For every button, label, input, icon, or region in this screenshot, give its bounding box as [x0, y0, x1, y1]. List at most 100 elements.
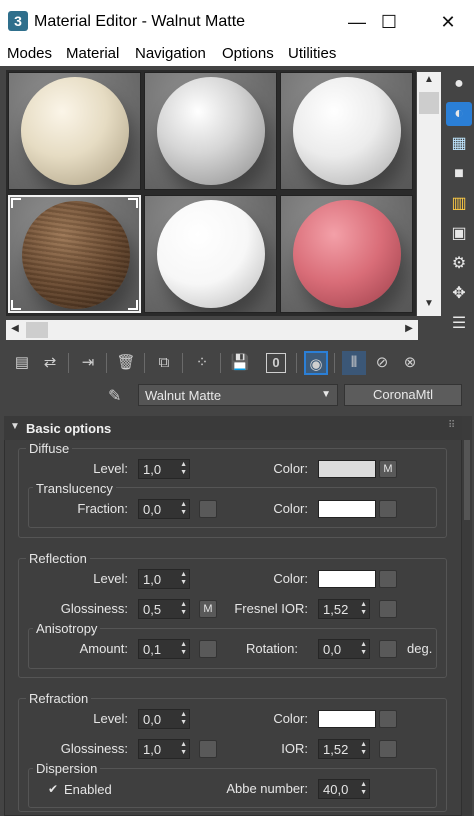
anisotropy-group-title: Anisotropy	[33, 621, 101, 636]
refraction-glossiness-value: 1,0	[143, 742, 162, 757]
reflection-color-label: Color:	[273, 571, 308, 586]
menu-utilities[interactable]: Utilities	[288, 45, 336, 62]
rotation-spinner[interactable]: 0,0 ▲ ▼	[318, 639, 370, 659]
show-shaded-material-icon[interactable]: ◉	[304, 351, 328, 375]
video-color-check-icon[interactable]: ▥	[446, 192, 472, 216]
scroll-down-icon[interactable]: ▼	[419, 298, 439, 314]
scroll-up-icon[interactable]: ▲	[419, 74, 439, 90]
make-preview-icon[interactable]: ▣	[446, 222, 472, 246]
material-map-navigator-icon[interactable]: ☰	[446, 312, 472, 336]
fresnel-ior-spinner[interactable]: 1,52 ▲ ▼	[318, 599, 370, 619]
diffuse-color-swatch[interactable]	[318, 460, 376, 478]
reflection-glossiness-spinner[interactable]: 0,5 ▲ ▼	[138, 599, 190, 619]
slots-horizontal-scrollbar[interactable]	[6, 320, 418, 340]
toolbar-separator	[68, 353, 69, 373]
make-unique-icon[interactable]: ⁘	[190, 351, 214, 375]
material-type-button[interactable]: CoronaMtl	[344, 384, 462, 406]
amount-spinner[interactable]: 0,1 ▲ ▼	[138, 639, 190, 659]
ior-map-button[interactable]	[379, 740, 397, 758]
reflection-glossiness-label: Glossiness:	[60, 601, 128, 616]
go-forward-to-sibling-icon[interactable]: ⊗	[398, 351, 422, 375]
chevron-down-icon: ▼	[321, 389, 331, 400]
scroll-thumb-horizontal[interactable]	[26, 322, 48, 338]
sample-type-sphere-icon[interactable]: ●	[446, 72, 472, 96]
reflection-level-spinner[interactable]: 1,0 ▲ ▼	[138, 569, 190, 589]
fraction-label: Fraction:	[77, 501, 128, 516]
scroll-thumb[interactable]	[419, 92, 439, 114]
menu-navigation[interactable]: Navigation	[135, 45, 206, 62]
amount-map-button[interactable]	[199, 640, 217, 658]
glossiness-map-button[interactable]: M	[199, 600, 217, 618]
material-sphere	[157, 200, 265, 308]
refraction-color-swatch[interactable]	[318, 710, 376, 728]
diffuse-map-button[interactable]: M	[379, 460, 397, 478]
sample-slot-3[interactable]	[280, 72, 413, 190]
options-icon[interactable]: ⚙	[446, 252, 472, 276]
get-material-icon[interactable]: ▤	[10, 351, 34, 375]
refraction-level-spinner[interactable]: 0,0 ▲ ▼	[138, 709, 190, 729]
reset-map-icon[interactable]: 🗑	[114, 351, 138, 375]
reflection-color-map-button[interactable]	[379, 570, 397, 588]
select-by-material-icon[interactable]: ✥	[446, 282, 472, 306]
fraction-map-button[interactable]	[199, 500, 217, 518]
backlight-icon[interactable]: ◐	[446, 102, 472, 126]
sample-slot-6[interactable]	[280, 195, 413, 313]
rollout-grip-icon[interactable]: ⠿	[448, 420, 455, 431]
fresnel-map-button[interactable]	[379, 600, 397, 618]
translucency-group-title: Translucency	[33, 481, 116, 496]
spinner-arrows-icon[interactable]: ▲ ▼	[180, 571, 187, 587]
scroll-left-icon[interactable]: ◀	[8, 323, 22, 337]
menu-modes[interactable]: Modes	[7, 45, 52, 62]
rotation-map-button[interactable]	[379, 640, 397, 658]
close-button[interactable]: ✕	[425, 8, 471, 36]
scroll-right-icon[interactable]: ▶	[402, 323, 416, 337]
translucency-map-button[interactable]	[379, 500, 397, 518]
spinner-arrows-icon[interactable]: ▲ ▼	[180, 741, 187, 757]
maximize-button[interactable]: ☐	[366, 8, 412, 36]
assign-material-to-selection-icon[interactable]: ⇥	[76, 351, 100, 375]
reflection-level-label: Level:	[93, 571, 128, 586]
make-material-copy-icon[interactable]: ⧉	[152, 351, 176, 375]
selection-corner	[128, 300, 138, 310]
sample-slot-1[interactable]	[8, 72, 141, 190]
material-sphere	[293, 77, 401, 185]
material-name-dropdown[interactable]: Walnut Matte ▼	[138, 384, 338, 406]
menu-options[interactable]: Options	[222, 45, 274, 62]
go-to-parent-icon[interactable]: ⊘	[370, 351, 394, 375]
put-material-to-scene-icon[interactable]: ⇄	[38, 351, 62, 375]
eyedropper-icon[interactable]: ✎	[108, 386, 130, 406]
material-name: Walnut Matte	[145, 388, 222, 403]
sample-slot-5[interactable]	[144, 195, 277, 313]
panel-scroll-thumb[interactable]	[464, 440, 470, 520]
refraction-level-label: Level:	[93, 711, 128, 726]
refraction-glossiness-map-button[interactable]	[199, 740, 217, 758]
spinner-arrows-icon[interactable]: ▲ ▼	[180, 461, 187, 477]
reflection-color-swatch[interactable]	[318, 570, 376, 588]
material-id-channel[interactable]: 0	[266, 353, 286, 373]
toolbar-separator	[334, 353, 335, 373]
refraction-glossiness-spinner[interactable]: 1,0 ▲ ▼	[138, 739, 190, 759]
menu-material[interactable]: Material	[66, 45, 119, 62]
put-to-library-icon[interactable]: 💾	[228, 351, 252, 375]
spinner-arrows-icon[interactable]: ▲ ▼	[360, 601, 367, 617]
diffuse-level-spinner[interactable]: 1,0 ▲ ▼	[138, 459, 190, 479]
spinner-arrows-icon[interactable]: ▲ ▼	[360, 641, 367, 657]
rollout-collapse-icon[interactable]: ▼	[10, 421, 20, 432]
ior-spinner[interactable]: 1,52 ▲ ▼	[318, 739, 370, 759]
spinner-arrows-icon[interactable]: ▲ ▼	[360, 741, 367, 757]
refraction-color-map-button[interactable]	[379, 710, 397, 728]
background-checker-icon[interactable]: ▦	[446, 132, 472, 156]
sample-slot-2[interactable]	[144, 72, 277, 190]
spinner-arrows-icon[interactable]: ▲ ▼	[180, 601, 187, 617]
spinner-arrows-icon[interactable]: ▲ ▼	[180, 501, 187, 517]
spinner-arrows-icon[interactable]: ▲ ▼	[180, 641, 187, 657]
fraction-spinner[interactable]: 0,0 ▲ ▼	[138, 499, 190, 519]
translucency-color-swatch[interactable]	[318, 500, 376, 518]
sample-slot-4-active[interactable]	[8, 195, 141, 313]
abbe-number-spinner[interactable]: 40,0 ▲ ▼	[318, 779, 370, 799]
spinner-arrows-icon[interactable]: ▲ ▼	[180, 711, 187, 727]
enabled-checkbox[interactable]: ✔	[48, 782, 58, 796]
sample-uv-tiling-icon[interactable]: ■	[446, 162, 472, 186]
spinner-arrows-icon[interactable]: ▲ ▼	[360, 781, 367, 797]
show-end-result-icon[interactable]: ⫴	[342, 351, 366, 375]
